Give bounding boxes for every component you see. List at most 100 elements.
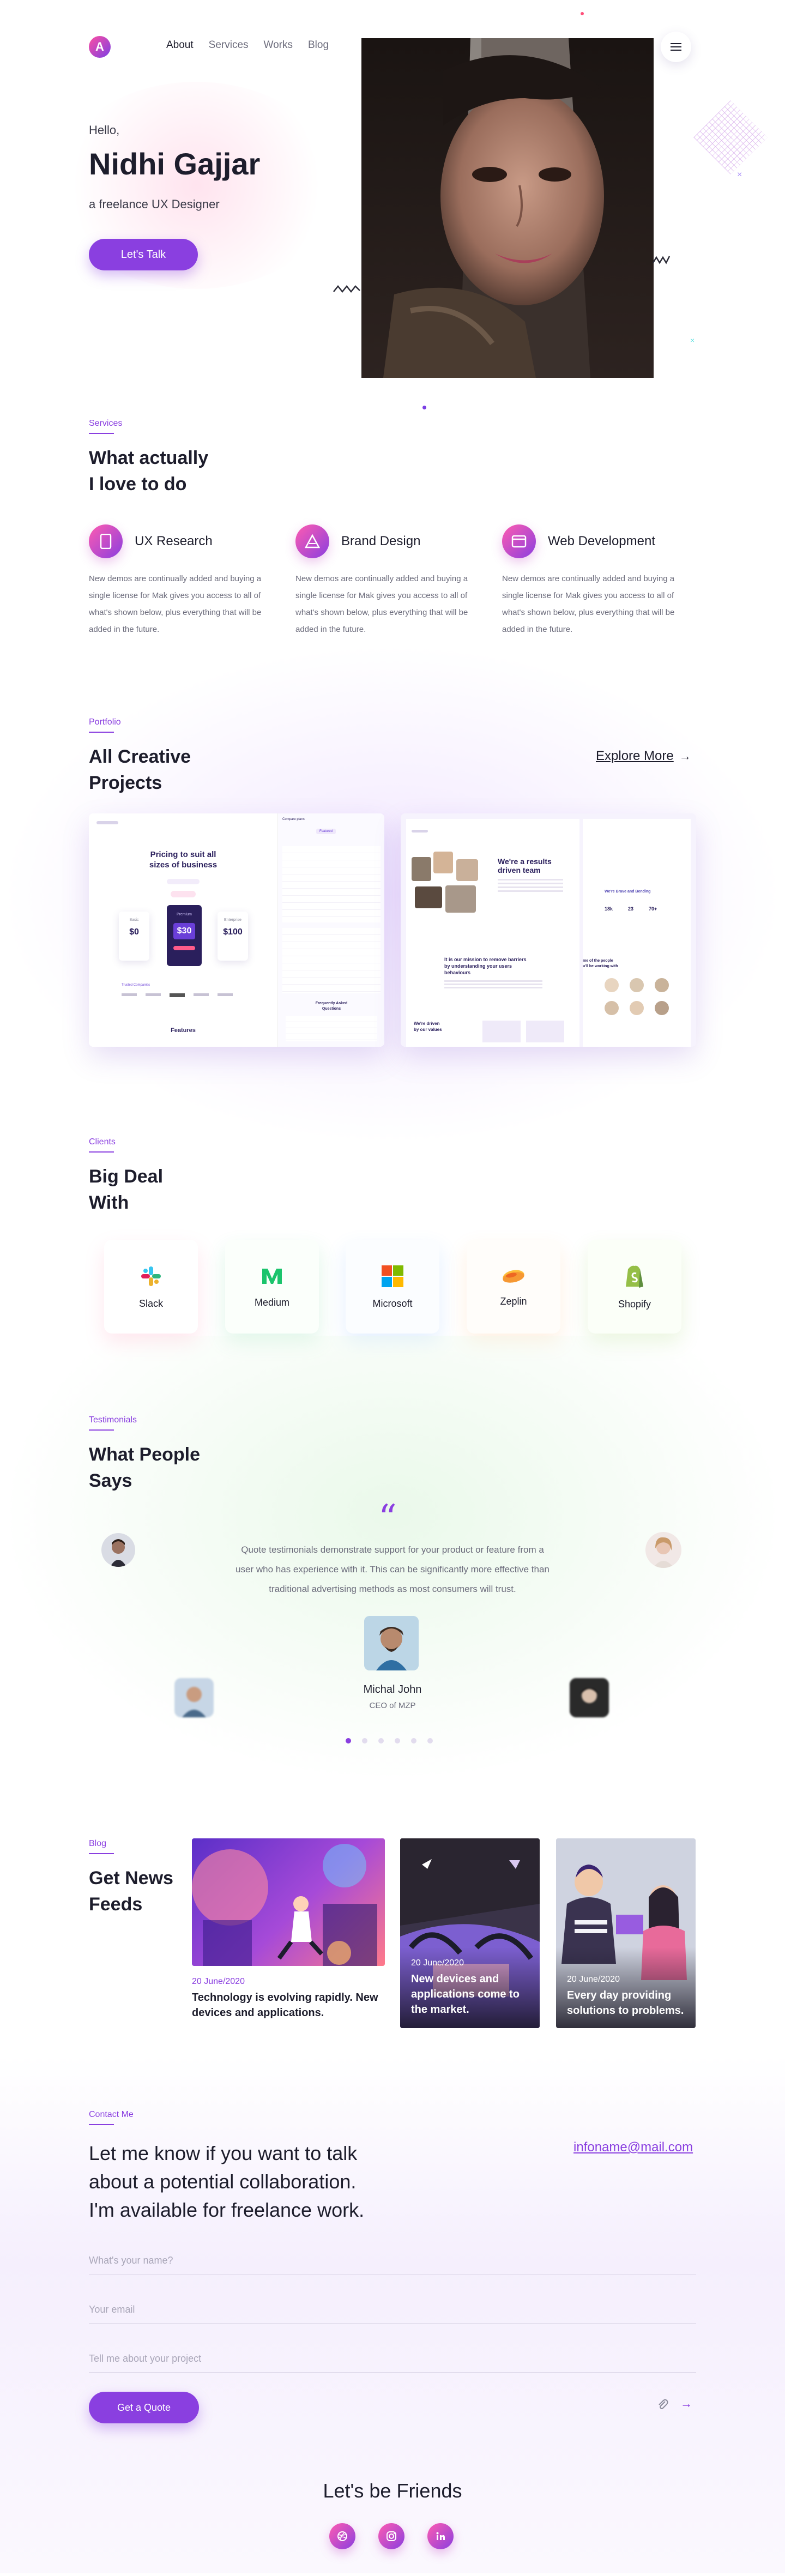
nav-works[interactable]: Works <box>264 39 293 51</box>
mission-text: It is our mission to remove barriers by u… <box>444 957 527 975</box>
client-name: Microsoft <box>372 1298 413 1309</box>
service-card-web-development[interactable]: Web Development New demos are continuall… <box>502 524 690 638</box>
pricing-mockup-main: Pricing to suit all sizes of business Bas… <box>89 813 277 1047</box>
hero-role: a freelance UX Designer <box>89 197 220 211</box>
social-links <box>329 2523 454 2549</box>
pagination-dot[interactable] <box>346 1738 351 1744</box>
portfolio-card-team[interactable]: We're a results driven team It is our mis… <box>401 813 696 1047</box>
microsoft-icon <box>382 1265 403 1287</box>
client-shopify[interactable]: Shopify <box>588 1240 681 1334</box>
client-microsoft[interactable]: Microsoft <box>346 1240 439 1334</box>
service-title: UX Research <box>135 534 213 548</box>
client-medium[interactable]: Medium <box>225 1240 319 1334</box>
blog-post-card[interactable]: 20 June/2020 New devices and applications… <box>400 1838 540 2028</box>
email-field[interactable]: Your email <box>89 2297 696 2324</box>
get-a-quote-button[interactable]: Get a Quote <box>89 2392 199 2423</box>
contact-label: Contact Me <box>89 2110 134 2119</box>
section-rule <box>89 1853 114 1854</box>
site-logo[interactable]: A <box>89 36 111 58</box>
author-role: CEO of MZP <box>369 1701 416 1710</box>
testimonials-title-line: What People <box>89 1444 201 1465</box>
contact-header: Contact Me <box>89 2110 134 2125</box>
decor-dot <box>581 12 584 15</box>
testimonial-avatar[interactable] <box>570 1678 609 1717</box>
services-label: Services <box>89 419 123 428</box>
blog-post-date: 20 June/2020 <box>192 1977 245 1986</box>
section-rule <box>89 732 114 733</box>
features-heading: Features <box>171 1027 196 1034</box>
main-nav: About Services Works Blog <box>166 39 329 51</box>
pagination-dot[interactable] <box>362 1738 367 1744</box>
testimonial-avatar[interactable] <box>645 1532 681 1568</box>
company-logos-row <box>122 993 233 997</box>
pricing-headline: Pricing to suit all sizes of business <box>149 850 218 870</box>
client-zeplin[interactable]: Zeplin <box>467 1240 560 1334</box>
instagram-icon[interactable] <box>378 2523 404 2549</box>
squiggle-left-icon <box>333 285 360 293</box>
service-description: New demos are continually added and buyi… <box>89 574 262 634</box>
logo-letter: A <box>95 40 104 53</box>
blog-label: Blog <box>89 1839 107 1848</box>
hero-name: Nidhi Gajjar <box>89 147 261 181</box>
explore-more-link[interactable]: Explore More → <box>596 749 691 764</box>
pricing-plan-premium: Premium $30 <box>167 905 202 966</box>
portfolio-card-pricing[interactable]: Pricing to suit all sizes of business Bas… <box>89 813 384 1047</box>
values-text: We're driven by our values <box>414 1021 442 1032</box>
faq-heading: Frequently Asked Questions <box>315 1002 348 1011</box>
portfolio-label: Portfolio <box>89 717 121 727</box>
pagination-dot[interactable] <box>411 1738 416 1744</box>
services-title: What actually I love to do <box>89 445 208 497</box>
nav-services[interactable]: Services <box>209 39 249 51</box>
clients-title-line: Big Deal <box>89 1166 164 1187</box>
author-name: Michal John <box>363 1684 422 1696</box>
nav-blog[interactable]: Blog <box>308 39 329 51</box>
lets-talk-button[interactable]: Let's Talk <box>89 239 198 270</box>
send-arrow-icon[interactable]: → <box>680 2397 692 2411</box>
blog-post-title: New devices and applications come to the m… <box>411 1973 520 2016</box>
blog-post-date: 20 June/2020 <box>411 1958 464 1968</box>
dribbble-icon[interactable] <box>329 2523 355 2549</box>
portfolio-header: Portfolio <box>89 717 121 733</box>
service-title: Web Development <box>548 534 655 548</box>
testimonial-avatar[interactable] <box>101 1533 135 1567</box>
nav-about[interactable]: About <box>166 39 194 51</box>
team-mockup-side: We're Brave and Bending 18k 23 70+ me of t… <box>583 819 691 1047</box>
pagination-dot[interactable] <box>395 1738 400 1744</box>
team-avatars <box>605 978 671 1015</box>
section-rule <box>89 433 114 434</box>
name-field[interactable]: What's your name? <box>89 2248 696 2275</box>
pricing-mockup-side: Compare plans Featured Frequently Asked Q… <box>277 813 384 1047</box>
section-rule <box>89 1151 114 1153</box>
linkedin-icon[interactable] <box>427 2523 454 2549</box>
message-field[interactable]: Tell me about your project <box>89 2346 696 2373</box>
friends-heading: Let's be Friends <box>323 2480 462 2502</box>
portrait-illustration <box>361 38 654 378</box>
blog-header: Blog <box>89 1839 114 1854</box>
medium-icon <box>262 1268 282 1284</box>
blog-title-line: Feeds <box>89 1894 143 1915</box>
client-slack[interactable]: Slack <box>104 1240 198 1334</box>
decor-dot <box>422 406 426 409</box>
blog-post-card[interactable]: 20 June/2020 Every day providing solution… <box>556 1838 696 2028</box>
paperclip-icon[interactable] <box>657 2399 668 2414</box>
clients-label: Clients <box>89 1137 116 1147</box>
service-description: New demos are continually added and buyi… <box>502 574 675 634</box>
blog-title-line: Get News <box>89 1868 173 1889</box>
pagination-dot[interactable] <box>378 1738 384 1744</box>
testimonial-quote: Quote testimonials demonstrate support f… <box>235 1545 550 1594</box>
testimonials-header: Testimonials <box>89 1415 137 1431</box>
hamburger-icon <box>671 46 681 47</box>
hamburger-menu-button[interactable] <box>661 32 691 62</box>
testimonial-avatar[interactable] <box>174 1678 214 1717</box>
service-card-brand-design[interactable]: Brand Design New demos are continually a… <box>295 524 484 638</box>
blog-post-title: Every day providing solutions to problems… <box>567 1989 684 2017</box>
shopify-icon <box>626 1265 643 1288</box>
hero-greeting: Hello, <box>89 123 120 137</box>
contact-email-link[interactable]: infoname@mail.com <box>573 2140 693 2155</box>
quote-mark-icon: “ <box>378 1497 397 1539</box>
pagination-dot[interactable] <box>427 1738 433 1744</box>
blog-post-card[interactable]: 20 June/2020 Technology is evolving rapi… <box>192 1838 385 2020</box>
services-title-line: I love to do <box>89 474 187 494</box>
decor-cross-icon: × <box>737 170 742 179</box>
service-card-ux-research[interactable]: UX Research New demos are continually ad… <box>89 524 277 638</box>
